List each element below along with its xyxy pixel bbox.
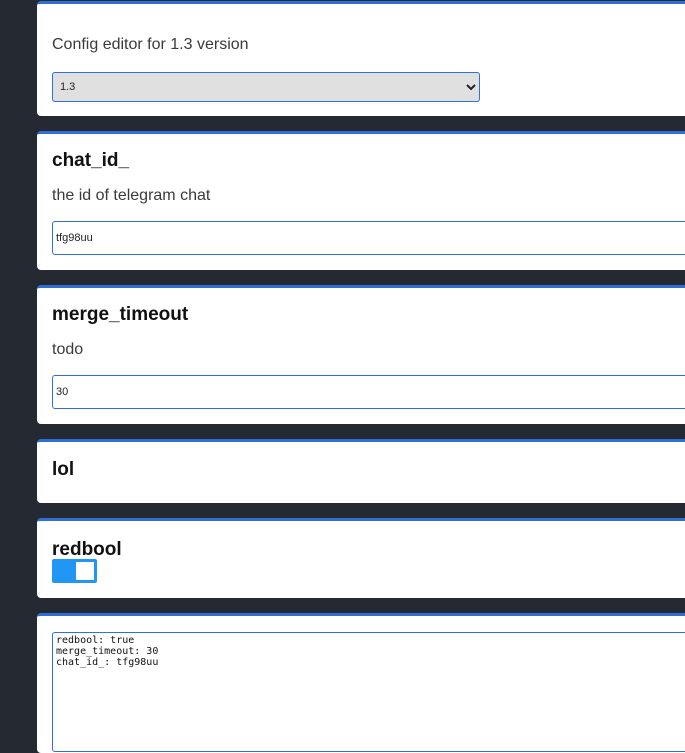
merge-timeout-input[interactable] — [52, 375, 685, 409]
field-name: lol — [52, 459, 75, 480]
redbool-toggle[interactable] — [52, 559, 97, 583]
field-card-merge-timeout: merge_timeout todo — [37, 285, 685, 424]
field-card-redbool: redbool — [37, 518, 685, 598]
field-name: redbool — [52, 539, 122, 560]
field-card-chat-id: chat_id_ the id of telegram chat — [37, 131, 685, 270]
field-description: the id of telegram chat — [52, 187, 211, 204]
version-card: Config editor for 1.3 version 1.3 — [37, 1, 685, 116]
yaml-output-textarea[interactable]: redbool: true merge_timeout: 30 chat_id_… — [52, 632, 685, 752]
chat-id-input[interactable] — [52, 221, 685, 255]
toggle-knob — [76, 562, 94, 580]
version-select[interactable]: 1.3 — [52, 72, 480, 102]
field-description: todo — [52, 341, 84, 358]
yaml-output-card: redbool: true merge_timeout: 30 chat_id_… — [37, 613, 685, 753]
field-name: merge_timeout — [52, 304, 189, 325]
field-name: chat_id_ — [52, 150, 130, 171]
config-editor-title: Config editor for 1.3 version — [52, 36, 249, 53]
field-card-lol: lol — [37, 439, 685, 503]
